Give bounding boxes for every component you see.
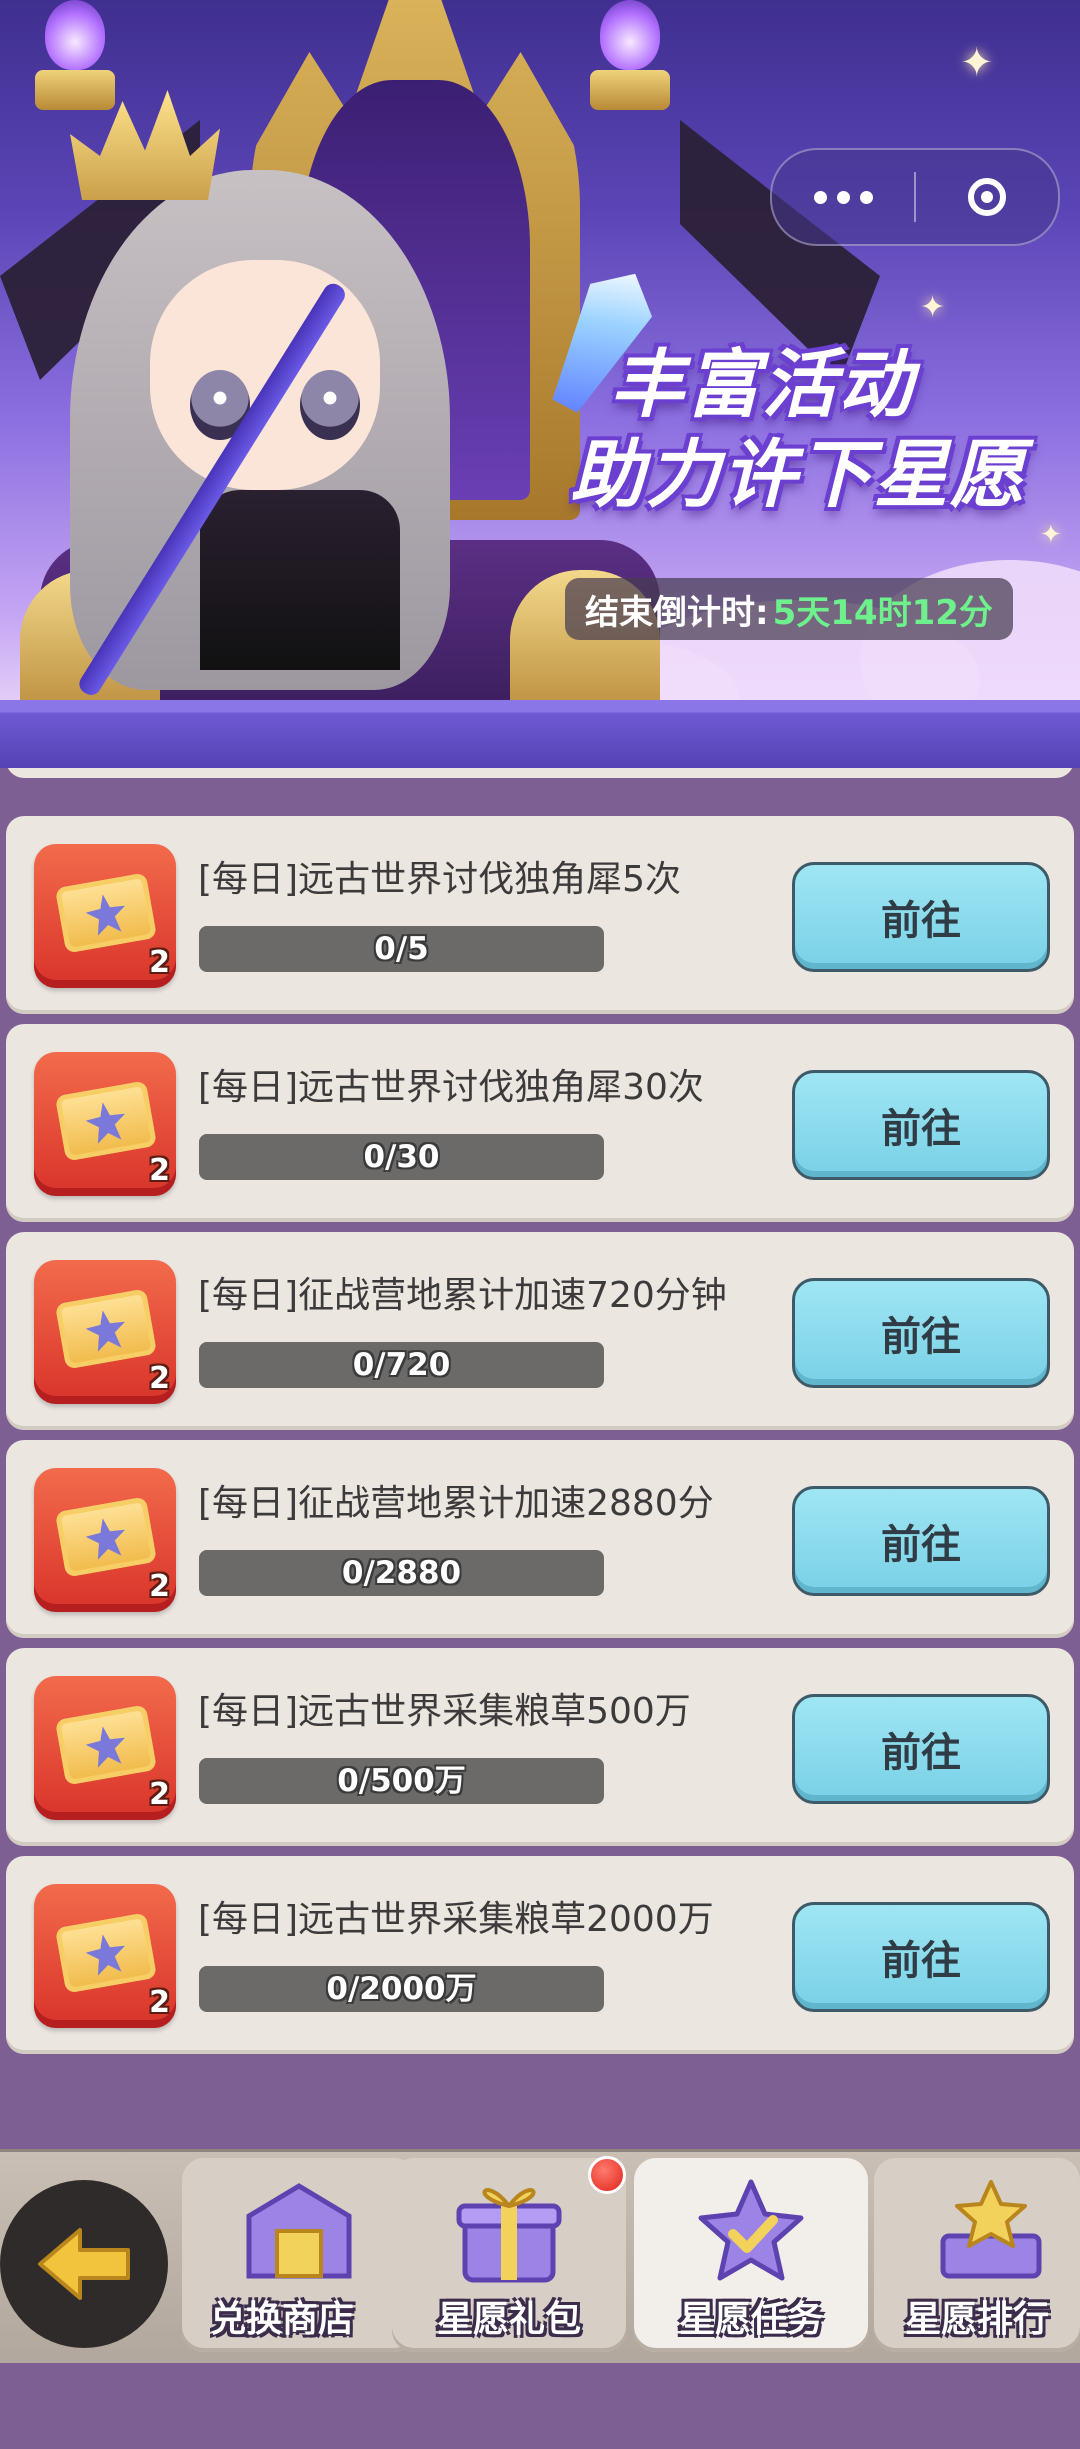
tab-label: 兑换商店 — [210, 2299, 355, 2340]
go-button[interactable]: 前往 — [792, 1278, 1050, 1388]
countdown-label: 结束倒计时: — [585, 592, 769, 633]
back-button[interactable] — [0, 2180, 168, 2348]
tab-label: 星愿任务 — [678, 2299, 823, 2340]
list-header-band — [0, 700, 1080, 768]
reward-item[interactable]: 2 — [34, 1260, 176, 1404]
tab-label: 星愿礼包 — [436, 2299, 581, 2340]
progress-text: 0/30 — [363, 1139, 440, 1175]
progress-bar: 0/2880 — [199, 1550, 604, 1596]
reward-item[interactable]: 2 — [34, 844, 176, 988]
go-button[interactable]: 前往 — [792, 1902, 1050, 2012]
progress-text: 0/720 — [352, 1347, 451, 1383]
lamp-right — [575, 0, 685, 130]
task-star-icon — [698, 2179, 804, 2281]
task-title: [每日]远古世界讨伐独角犀30次 — [198, 1067, 704, 1108]
tab-wish-task[interactable]: 星愿任务 — [634, 2158, 868, 2352]
task-card: 2 [每日]征战营地累计加速2880分 0/2880 前往 — [6, 1440, 1074, 1638]
task-card: 2 [每日]征战营地累计加速720分钟 0/720 前往 — [6, 1232, 1074, 1430]
countdown-badge: 结束倒计时: 5天14时12分 — [565, 578, 1013, 640]
tab-label: 星愿排行 — [904, 2299, 1049, 2340]
reward-quantity: 2 — [149, 1569, 170, 1604]
star-ticket-icon — [54, 1912, 158, 1994]
progress-text: 0/5 — [374, 931, 429, 967]
progress-text: 0/2000万 — [326, 1971, 477, 2007]
star-ticket-icon — [54, 1288, 158, 1370]
target-close-icon[interactable] — [916, 150, 1058, 244]
task-list[interactable]: 2 [每日]远古世界讨伐独角犀5次 0/5 前往 2 [每日]远古世界讨伐独角犀… — [0, 768, 1080, 2148]
go-button[interactable]: 前往 — [792, 1694, 1050, 1804]
tab-wish-rank[interactable]: 星愿排行 — [874, 2158, 1080, 2352]
sparkle-icon: ✦ — [1040, 520, 1062, 550]
reward-item[interactable]: 2 — [34, 1676, 176, 1820]
star-ticket-icon — [54, 1704, 158, 1786]
task-card: 2 [每日]远古世界采集粮草2000万 0/2000万 前往 — [6, 1856, 1074, 2054]
character-body — [200, 490, 400, 670]
reward-quantity: 2 — [149, 1985, 170, 2020]
go-button[interactable]: 前往 — [792, 1486, 1050, 1596]
task-title: [每日]征战营地累计加速720分钟 — [198, 1275, 727, 1316]
star-ticket-icon — [54, 872, 158, 954]
lamp-left — [20, 0, 130, 130]
task-card-partial — [6, 768, 1074, 778]
task-title: [每日]远古世界讨伐独角犀5次 — [198, 859, 681, 900]
arrow-left-icon — [38, 2228, 130, 2300]
go-button[interactable]: 前往 — [792, 1070, 1050, 1180]
task-card: 2 [每日]远古世界讨伐独角犀30次 0/30 前往 — [6, 1024, 1074, 1222]
gift-icon — [456, 2188, 562, 2283]
progress-bar: 0/5 — [199, 926, 604, 972]
reward-quantity: 2 — [149, 1361, 170, 1396]
reward-quantity: 2 — [149, 1777, 170, 1812]
progress-bar: 0/30 — [199, 1134, 604, 1180]
tab-exchange-shop[interactable]: 兑换商店 — [182, 2158, 416, 2352]
progress-text: 0/2880 — [341, 1555, 462, 1591]
reward-item[interactable]: 2 — [34, 1052, 176, 1196]
rank-trophy-icon — [940, 2180, 1042, 2279]
more-dots-icon[interactable] — [772, 150, 914, 244]
go-button[interactable]: 前往 — [792, 862, 1050, 972]
reward-item[interactable]: 2 — [34, 1468, 176, 1612]
sparkle-icon: ✦ — [920, 290, 946, 325]
notification-dot — [588, 2156, 626, 2194]
miniprogram-capsule — [770, 148, 1060, 246]
task-card: 2 [每日]远古世界采集粮草500万 0/500万 前往 — [6, 1648, 1074, 1846]
task-title: [每日]征战营地累计加速2880分 — [198, 1483, 714, 1524]
banner-title-line1: 丰富活动 — [610, 342, 914, 428]
event-banner: ✦ ✦ ✦ 丰富活动 助力许下星愿 结束倒计时: 5天14时12分 — [0, 0, 1080, 700]
progress-text: 0/500万 — [337, 1763, 466, 1799]
banner-title: 丰富活动 助力许下星愿 — [570, 340, 1070, 520]
star-ticket-icon — [54, 1496, 158, 1578]
progress-bar: 0/2000万 — [199, 1966, 604, 2012]
character-eye — [300, 370, 360, 440]
reward-item[interactable]: 2 — [34, 1884, 176, 2028]
task-title: [每日]远古世界采集粮草500万 — [198, 1691, 691, 1732]
sparkle-icon: ✦ — [960, 40, 994, 86]
progress-bar: 0/720 — [199, 1342, 604, 1388]
countdown-value: 5天14时12分 — [772, 592, 993, 633]
tab-wish-gift[interactable]: 星愿礼包 — [392, 2158, 626, 2352]
task-card: 2 [每日]远古世界讨伐独角犀5次 0/5 前往 — [6, 816, 1074, 1014]
reward-quantity: 2 — [149, 945, 170, 980]
task-title: [每日]远古世界采集粮草2000万 — [198, 1899, 714, 1940]
star-ticket-icon — [54, 1080, 158, 1162]
reward-quantity: 2 — [149, 1153, 170, 1188]
banner-title-line2: 助力许下星愿 — [570, 432, 1026, 518]
progress-bar: 0/500万 — [199, 1758, 604, 1804]
shop-icon — [246, 2183, 352, 2279]
